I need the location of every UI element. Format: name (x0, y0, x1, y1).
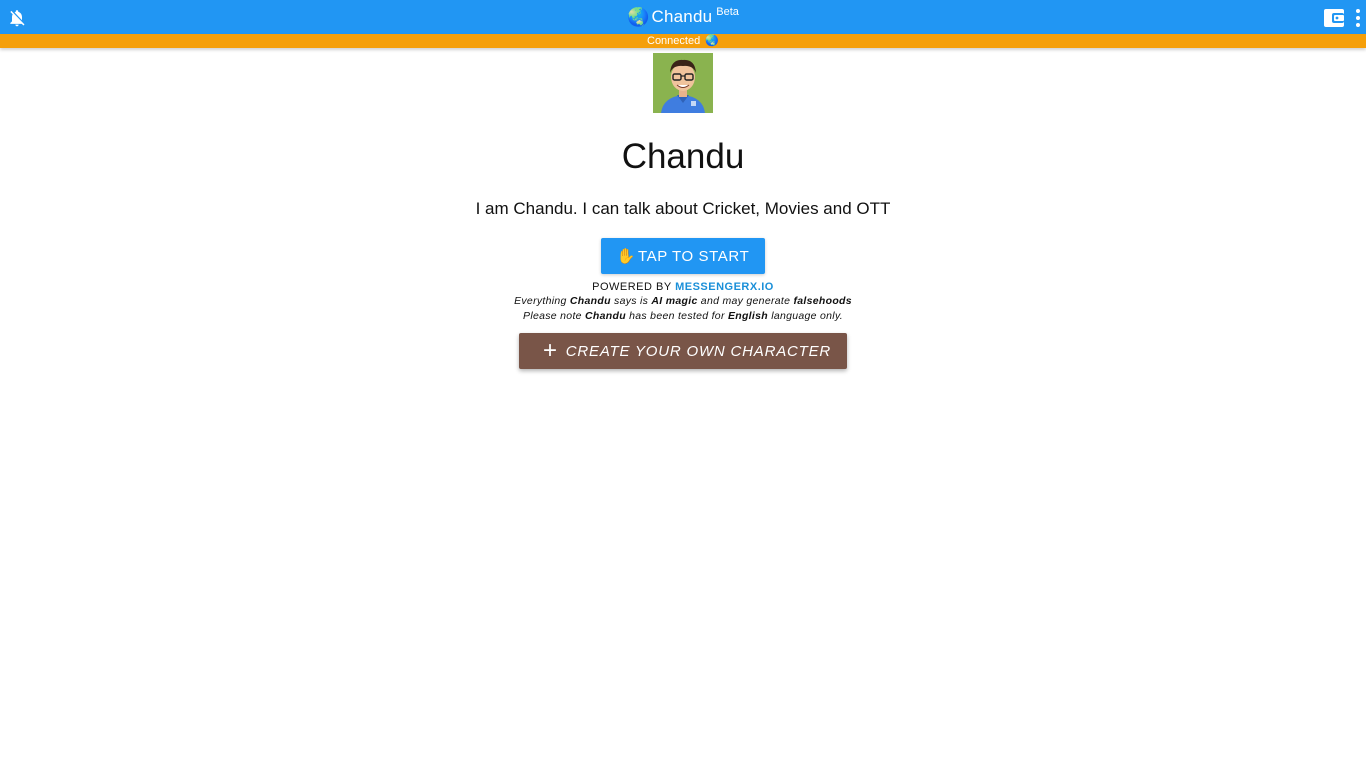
beta-badge: Beta (716, 6, 739, 18)
wallet-icon[interactable] (1324, 9, 1344, 27)
disclaimer-language: English (727, 310, 768, 322)
disclaimer-character-name: Chandu (569, 295, 611, 307)
app-title-text: Chandu (651, 7, 713, 26)
app-title: 🌏 Chandu Beta (0, 0, 1366, 34)
disclaimer-line-2: Please note Chandu has been tested for E… (514, 309, 852, 324)
create-character-button[interactable]: + CREATE YOUR OWN CHARACTER (518, 333, 848, 369)
powered-by: POWERED BY MESSENGERX.IO (592, 281, 774, 294)
more-vert-icon[interactable] (1356, 9, 1360, 27)
disclaimer-text: and may generate (697, 295, 794, 307)
disclaimer-text: has been tested for (625, 310, 728, 322)
plus-icon: + (542, 337, 558, 364)
tap-to-start-button[interactable]: ✋ TAP TO START (600, 238, 766, 274)
disclaimer-ai-magic: AI magic (651, 295, 698, 307)
character-avatar (653, 53, 713, 113)
disclaimer-text: Everything (514, 295, 570, 307)
disclaimer-text: Please note (523, 310, 586, 322)
connection-status-bar: Connected 🌏 (0, 34, 1366, 48)
character-description: I am Chandu. I can talk about Cricket, M… (475, 199, 891, 218)
disclaimer-falsehoods: falsehoods (793, 295, 852, 307)
character-name: Chandu (621, 137, 745, 176)
connection-status-text: Connected (647, 35, 701, 47)
app-bar: 🌏 Chandu Beta (0, 0, 1366, 34)
globe-icon: 🌏 (705, 35, 719, 47)
globe-icon: 🌏 (627, 7, 650, 27)
disclaimer-line-1: Everything Chandu says is AI magic and m… (514, 294, 852, 309)
main-content: Chandu I am Chandu. I can talk about Cri… (0, 53, 1366, 369)
powered-by-prefix: POWERED BY (592, 281, 672, 293)
disclaimer-character-name: Chandu (585, 310, 626, 322)
disclaimer-text: language only. (767, 310, 843, 322)
messengerx-link[interactable]: MESSENGERX.IO (675, 281, 774, 293)
create-character-label: CREATE YOUR OWN CHARACTER (565, 342, 832, 360)
disclaimer-text: says is (610, 295, 652, 307)
app-bar-actions (1324, 8, 1360, 28)
tap-to-start-label: TAP TO START (637, 247, 750, 265)
ai-disclaimer: Everything Chandu says is AI magic and m… (514, 294, 852, 324)
raised-hand-icon: ✋ (616, 248, 636, 265)
